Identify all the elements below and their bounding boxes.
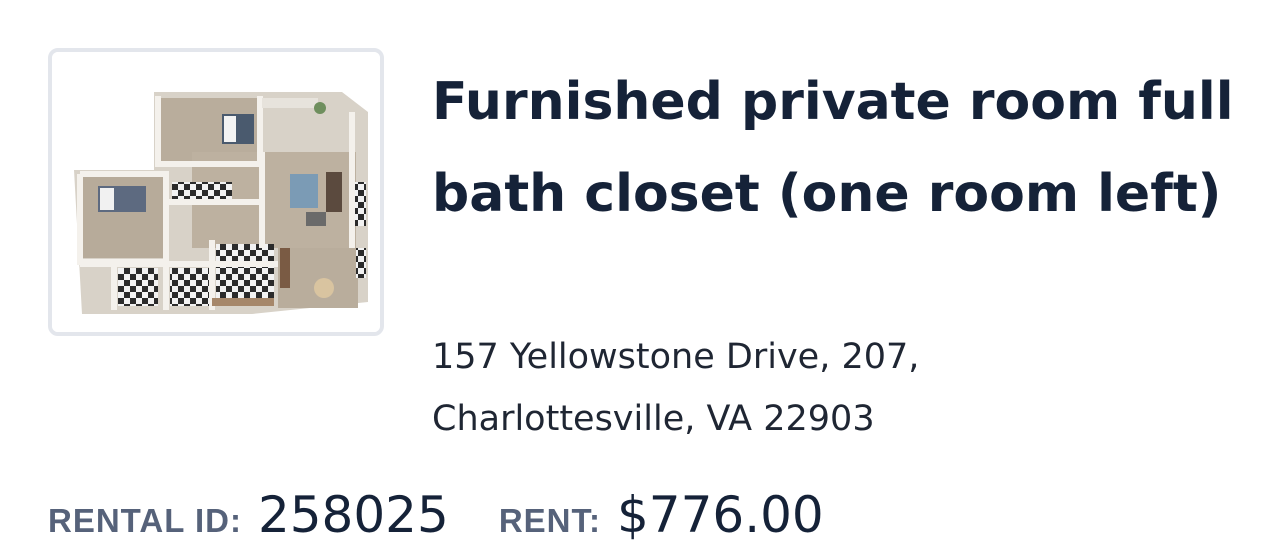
rent-value: $776.00 (616, 486, 824, 544)
listing-meta: RENTAL ID: 258025 RENT: $776.00 (48, 486, 824, 555)
address-line-1: 157 Yellowstone Drive, 207, (432, 337, 920, 377)
floor-plan-image (52, 52, 380, 332)
floor-plan-thumbnail[interactable] (48, 48, 384, 336)
rental-id-label: RENTAL ID: (48, 502, 242, 539)
rental-listing-card: Furnished private room full bath closet … (0, 0, 1284, 555)
address-line-2: Charlottesville, VA 22903 (432, 399, 875, 439)
rental-id-value: 258025 (257, 486, 449, 544)
listing-title[interactable]: Furnished private room full bath closet … (432, 56, 1252, 240)
listing-address: 157 Yellowstone Drive, 207, Charlottesvi… (432, 326, 1232, 450)
rent-label: RENT: (498, 502, 601, 539)
